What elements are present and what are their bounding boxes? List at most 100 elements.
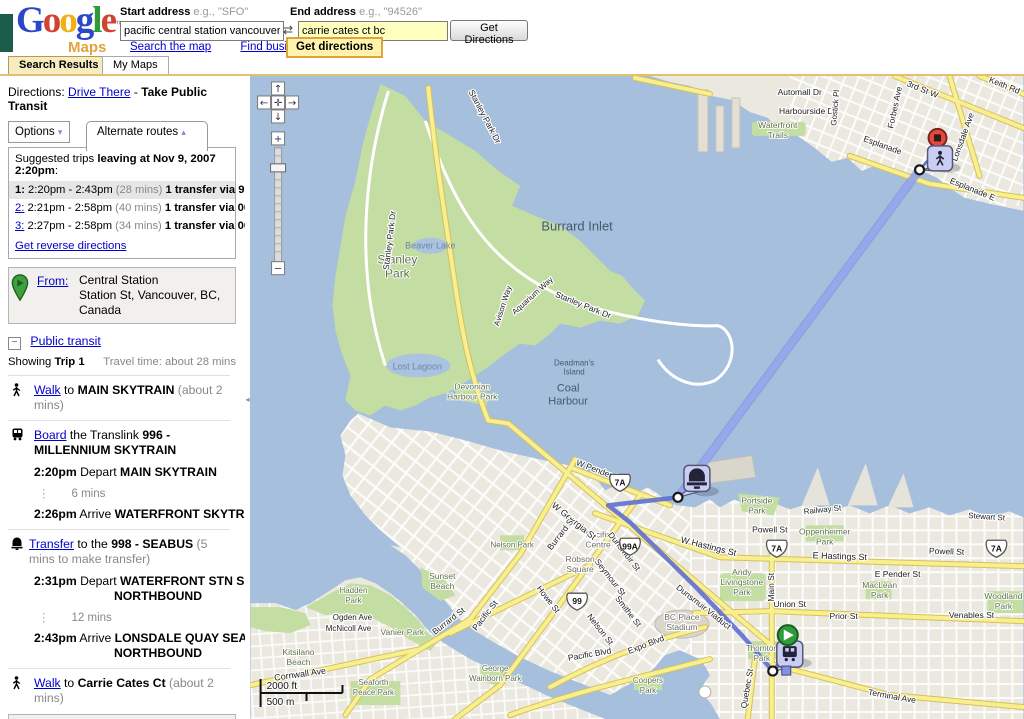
google-maps-logo: Google™ Maps [16, 2, 126, 58]
map-label: Centre [585, 539, 611, 549]
trip-row[interactable]: 1: 2:20pm - 2:43pm (28 mins) 1 transfer … [9, 181, 235, 199]
map-label: Park [871, 590, 889, 600]
search-the-map-link[interactable]: Search the map [130, 41, 211, 53]
options-button[interactable]: Options ▾ [8, 121, 70, 143]
map-label: McNicoll Ave [326, 624, 372, 633]
transfer-icon [11, 537, 23, 554]
start-marker[interactable] [778, 625, 798, 645]
get-reverse-directions-link[interactable]: Get reverse directions [15, 240, 126, 252]
svg-text:↑: ↑ [274, 84, 282, 95]
pan-center-button[interactable]: ✛ [272, 96, 285, 109]
map-label: Prior St [830, 611, 859, 621]
pan-left-button[interactable]: ← [258, 96, 271, 109]
map-label: Woodland [984, 591, 1022, 601]
zoom-slider-thumb[interactable] [271, 164, 286, 172]
map-label: Harbour [548, 395, 588, 407]
map-label: Beaver Lake [405, 241, 455, 251]
collapse-transit-icon[interactable]: − [8, 337, 21, 350]
pan-up-button[interactable]: ↑ [272, 82, 285, 95]
svg-text:2000 ft: 2000 ft [267, 681, 298, 692]
step-transfer: Transfer to the 998 - SEABUS (5 mins to … [8, 537, 236, 567]
board-duration: ⋮6 mins [38, 486, 245, 500]
map-label: Robson [565, 554, 594, 564]
step-divider [8, 529, 230, 530]
map-label: Trails [768, 130, 788, 140]
svg-text:500 m: 500 m [267, 697, 295, 708]
map-label: Nelson Park [490, 540, 533, 549]
map-label: Park [640, 686, 656, 695]
map-label: Lost Lagoon [393, 362, 442, 372]
start-address-label: Start address e.g., "SFO" [120, 6, 248, 18]
trip-row[interactable]: 2: 2:21pm - 2:58pm (40 mins) 1 transfer … [9, 199, 235, 217]
map-label: Union St [774, 599, 807, 609]
from-pin-icon [11, 273, 37, 318]
public-transit-link[interactable]: Public transit [30, 334, 100, 348]
walk-link[interactable]: Walk [34, 383, 61, 397]
get-directions-button[interactable]: Get Directions [450, 20, 528, 41]
route-node-start [768, 667, 777, 676]
from-box: From: Central StationStation St, Vancouv… [8, 267, 236, 324]
directions-panel: Directions: Drive There - Take Public Tr… [0, 78, 245, 719]
map-label: Andy [732, 567, 752, 577]
to-box: To: Carrie Cates CtNorth Vancouver, BC, … [8, 714, 236, 719]
from-address: Central StationStation St, Vancouver, BC… [79, 273, 235, 318]
map-label: Beach [287, 657, 311, 667]
map-label: Coopers [633, 676, 663, 685]
map-label: Seaforth [358, 678, 388, 687]
pan-down-button[interactable]: ↓ [272, 110, 285, 123]
train-icon [11, 428, 24, 445]
svg-text:7A: 7A [771, 543, 782, 553]
map-label: Thornton [746, 644, 778, 653]
destination-marker[interactable] [929, 129, 947, 147]
showing-trip-row: Showing Trip 1 Travel time: about 28 min… [8, 356, 236, 368]
map-label: Wainborn Park [469, 674, 521, 683]
zoom-out-button[interactable]: − [272, 262, 285, 275]
alternate-routes-tab[interactable]: Alternate routes ▴ [86, 121, 208, 151]
walk-link[interactable]: Walk [34, 676, 61, 690]
map-label: Coal [557, 383, 580, 395]
zoom-in-button[interactable]: + [272, 132, 285, 145]
transfer-link[interactable]: Transfer [29, 537, 74, 551]
map-label: BC Place [664, 612, 700, 622]
get-directions-mode-tab[interactable]: Get directions [286, 37, 383, 58]
map-label: Park [816, 536, 834, 546]
from-link[interactable]: From: [37, 274, 68, 288]
svg-text:↓: ↓ [274, 112, 282, 123]
svg-text:←: ← [260, 98, 268, 109]
map-canvas[interactable]: Burrard InletStanleyParkBeaver LakeLost … [250, 76, 1024, 719]
map-label: Powell St [929, 546, 965, 557]
map-label: Ogden Ave [333, 613, 373, 622]
route-node-waterfront [673, 493, 682, 502]
svg-text:99: 99 [572, 596, 582, 606]
map-label: Kitsilano [283, 647, 315, 657]
pan-right-button[interactable]: → [286, 96, 299, 109]
map-label: E Hastings St [812, 550, 867, 562]
board-depart: 2:20pm Depart MAIN SKYTRAIN [34, 465, 245, 480]
svg-text:✛: ✛ [274, 98, 283, 109]
trip-row[interactable]: 3: 2:27pm - 2:58pm (34 mins) 1 transfer … [9, 217, 235, 235]
transfer-arrive: 2:43pm Arrive LONSDALE QUAY SEABUS NORTH… [34, 631, 245, 661]
drive-there-link[interactable]: Drive There [68, 85, 130, 99]
svg-text:→: → [288, 98, 296, 109]
map-label: Beach [430, 581, 454, 591]
step-board: Board the Translink 996 - MILLENNIUM SKY… [8, 428, 238, 458]
board-link[interactable]: Board [34, 428, 67, 442]
svg-text:7A: 7A [615, 477, 626, 487]
swap-addresses-icon[interactable]: ⇄ [283, 23, 293, 37]
map-label: Stadium [666, 622, 697, 632]
corner-decoration [0, 14, 13, 52]
tab-search-results[interactable]: Search Results [8, 56, 109, 75]
google-wordmark: Google [16, 0, 115, 41]
tab-my-maps[interactable]: My Maps [102, 56, 169, 75]
start-address-input[interactable] [120, 21, 284, 41]
map-label: Square [566, 564, 594, 574]
step-divider [8, 375, 230, 376]
directions-mode-line: Directions: Drive There - Take Public Tr… [8, 85, 245, 113]
map-label: Devonian [454, 382, 490, 392]
map-label: Park [748, 505, 766, 515]
map-label: Park [995, 601, 1013, 611]
map-label: Oppenheimer [799, 526, 850, 536]
svg-text:7A: 7A [991, 543, 1002, 553]
trip-list: 1: 2:20pm - 2:43pm (28 mins) 1 transfer … [9, 181, 235, 235]
svg-text:−: − [274, 264, 282, 275]
